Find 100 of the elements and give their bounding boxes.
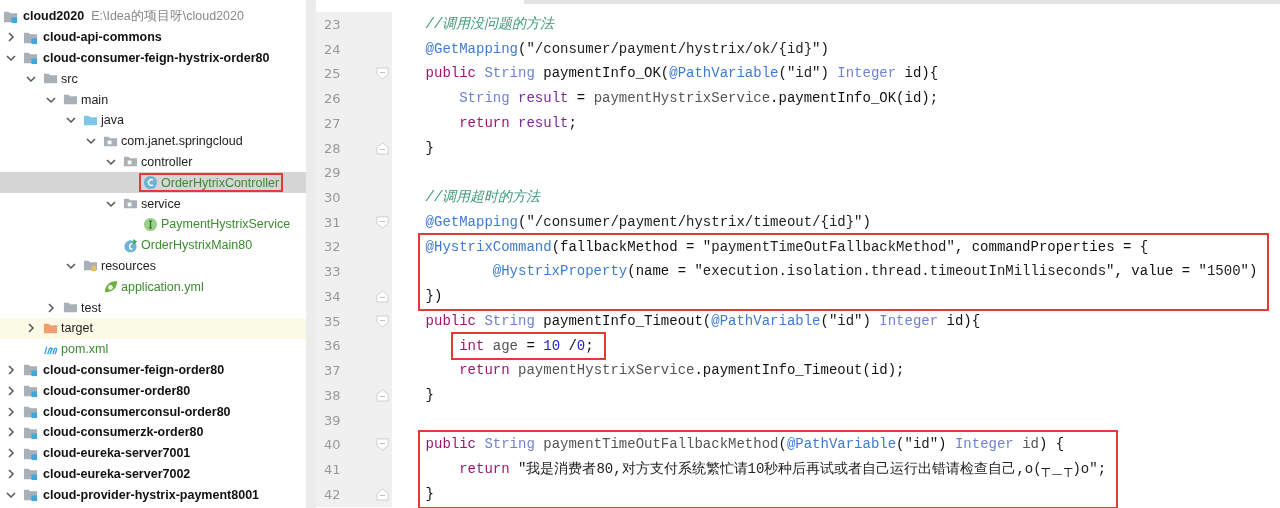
chevron-right-icon[interactable] <box>5 447 17 460</box>
leaf-icon <box>103 279 118 295</box>
fold-marker-icon[interactable] <box>376 438 389 452</box>
line-number: 38 <box>324 387 341 403</box>
tree-item[interactable]: target <box>61 321 93 336</box>
tree-item[interactable]: application.yml <box>121 279 204 294</box>
tree-item[interactable]: cloud-eureka-server7001 <box>43 446 191 461</box>
code-line: return "我是消费者80,对方支付系统繁忙请10秒种后再试或者自己运行出错请检查自己,o(┬＿┬)o"; <box>458 460 1107 480</box>
fold-marker-icon[interactable] <box>376 215 389 229</box>
class-icon <box>123 237 138 253</box>
code-line: int age = 10 /0; <box>459 336 594 356</box>
tree-item[interactable]: OrderHystrixMain80 <box>141 238 253 253</box>
chevron-right-icon[interactable] <box>25 322 37 335</box>
tree-item[interactable]: src <box>61 71 78 86</box>
tree-row[interactable]: cloud-consumer-order80 <box>0 380 306 402</box>
module-folder-icon <box>23 466 38 482</box>
class-icon <box>143 175 158 191</box>
fold-marker-icon[interactable] <box>376 314 389 328</box>
tree-item[interactable]: java <box>101 113 124 128</box>
tree-row[interactable]: pom.xml <box>0 338 306 360</box>
tree-item[interactable]: resources <box>101 258 156 273</box>
line-number: 25 <box>324 66 341 82</box>
tree-item[interactable]: cloud-api-commons <box>43 30 162 45</box>
tree-item[interactable]: test <box>81 300 102 315</box>
chevron-right-icon[interactable] <box>5 426 17 439</box>
tree-row[interactable]: controller <box>0 151 306 173</box>
tree-item[interactable]: com.janet.springcloud <box>121 134 243 149</box>
tree-item[interactable]: cloud-consumerzk-order80 <box>43 425 204 440</box>
tree-item[interactable]: PaymentHystrixService <box>161 217 291 232</box>
module-folder-icon <box>23 383 38 399</box>
line-number: 36 <box>324 338 341 354</box>
tree-row[interactable]: target <box>0 317 306 339</box>
tree-row[interactable]: main <box>0 89 306 110</box>
code-line: //调用超时的方法 <box>424 188 542 208</box>
tree-row[interactable]: test <box>0 297 306 318</box>
chevron-right-icon[interactable] <box>5 405 17 418</box>
tree-item[interactable]: controller <box>141 154 193 169</box>
line-number: 42 <box>324 486 341 502</box>
fold-marker-icon[interactable] <box>376 141 389 155</box>
chevron-right-icon[interactable] <box>45 301 57 314</box>
folder-icon <box>83 258 98 274</box>
chevron-down-icon[interactable] <box>5 52 17 64</box>
line-number: 41 <box>324 462 341 478</box>
line-number: 33 <box>324 264 341 280</box>
tree-row[interactable]: java <box>0 110 306 131</box>
line-number: 39 <box>324 412 341 428</box>
code-line: String result = paymentHystrixService.paymentInfo_OK(id); <box>458 89 940 109</box>
fold-marker-icon[interactable] <box>376 388 389 402</box>
tree-item[interactable]: main <box>81 92 109 107</box>
line-number: 35 <box>324 313 341 329</box>
chevron-right-icon[interactable] <box>5 31 17 44</box>
tree-row[interactable]: com.janet.springcloud <box>0 130 306 152</box>
fold-marker-icon[interactable] <box>376 487 389 501</box>
fold-marker-icon[interactable] <box>376 289 389 303</box>
chevron-right-icon[interactable] <box>5 467 17 480</box>
code-line: @GetMapping("/consumer/payment/hystrix/ok/{id}") <box>424 39 830 59</box>
tree-row[interactable]: src <box>0 68 306 90</box>
tree-row[interactable]: OrderHystrixMain80 <box>0 234 306 256</box>
code-line: } <box>425 484 435 504</box>
tree-item[interactable]: pom.xml <box>61 342 109 357</box>
module-folder-icon <box>23 50 38 66</box>
code-line: @HystrixCommand(fallbackMethod = "paymentTimeOutFallbackMethod", commandProperties = { <box>425 237 1150 257</box>
tree-item[interactable]: service <box>141 196 181 211</box>
chevron-right-icon[interactable] <box>5 384 17 397</box>
tree-row[interactable]: service <box>0 193 306 214</box>
code-line: @HystrixProperty(name = "execution.isolation.thread.timeoutInMilliseconds", value = "1500") <box>491 262 1258 282</box>
line-number: 31 <box>324 214 341 230</box>
tree-row[interactable]: cloud-consumerzk-order80 <box>0 421 306 443</box>
tree-item[interactable]: cloud-consumer-order80 <box>43 383 191 398</box>
code-line: return result; <box>458 113 578 133</box>
tree-row[interactable]: resources <box>0 255 306 277</box>
tree-row[interactable]: cloud-consumer-feign-order80 <box>0 359 306 381</box>
project-name[interactable]: cloud2020 <box>23 9 85 24</box>
fold-marker-icon[interactable] <box>376 67 389 81</box>
tree-item[interactable]: cloud-consumerconsul-order80 <box>43 404 231 419</box>
code-line: @GetMapping("/consumer/payment/hystrix/timeout/{id}") <box>424 212 872 232</box>
tree-item[interactable]: cloud-consumer-feign-hystrix-order80 <box>43 51 270 65</box>
tree-row[interactable]: cloud-provider-hystrix-payment8001 <box>0 484 306 506</box>
code-line: } <box>424 138 435 158</box>
code-line: }) <box>425 287 444 307</box>
code-line: //调用没问题的方法 <box>424 15 556 34</box>
tree-item[interactable]: cloud-provider-hystrix-payment8001 <box>43 487 260 502</box>
line-number: 24 <box>324 41 341 57</box>
tree-row[interactable]: cloud-api-commons <box>0 26 306 48</box>
tree-row[interactable]: application.yml <box>0 276 306 298</box>
module-folder-icon <box>23 362 38 378</box>
interface-icon <box>143 216 158 232</box>
line-number: 30 <box>324 190 341 205</box>
code-line: return paymentHystrixService.paymentInfo_Timeout(id); <box>458 361 906 381</box>
line-number: 37 <box>324 363 341 379</box>
line-number: 23 <box>324 16 341 32</box>
tree-row[interactable]: cloud-eureka-server7001 <box>0 442 306 464</box>
tree-row[interactable]: cloud-eureka-server7002 <box>0 463 306 485</box>
chevron-right-icon[interactable] <box>5 363 17 376</box>
tree-item[interactable]: cloud-eureka-server7002 <box>43 466 191 481</box>
tree-row[interactable]: PaymentHystrixService <box>0 213 306 235</box>
tree-row[interactable]: cloud-consumerconsul-order80 <box>0 401 306 422</box>
line-number: 27 <box>324 115 341 131</box>
tree-row[interactable]: cloud-consumer-feign-hystrix-order80 <box>0 47 306 69</box>
tree-item[interactable]: cloud-consumer-feign-order80 <box>43 362 225 377</box>
